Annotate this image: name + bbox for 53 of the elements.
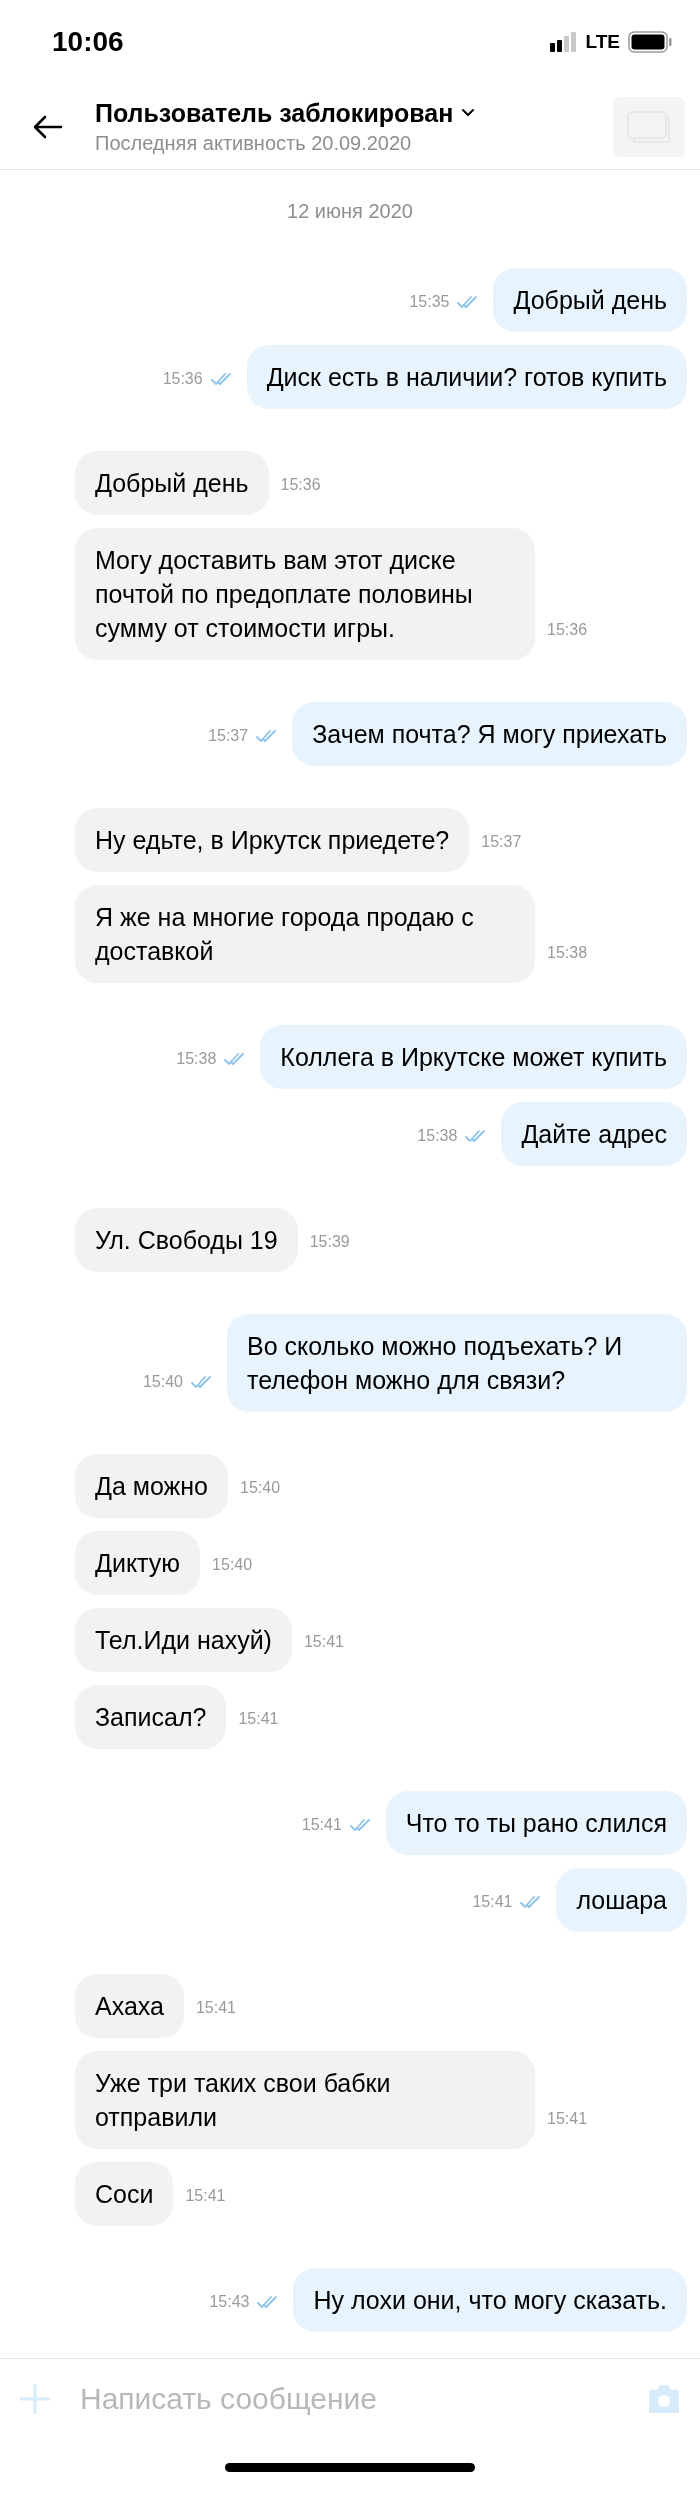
message-bubble: Диктую: [75, 1531, 201, 1595]
message-time: 15:37: [208, 726, 249, 746]
signal-icon: [549, 31, 578, 53]
message-bubble: Ахаха: [75, 1974, 184, 2038]
chat-title[interactable]: Пользователь заблокирован: [95, 96, 476, 129]
message-bubble: Могу доставить вам этот диске почтой по предоплате половины сумму от стоимости игры.: [75, 528, 535, 660]
message-bubble: Соси: [75, 2162, 174, 2226]
message-time: 15:36: [280, 475, 321, 495]
message-time: 15:40: [142, 1372, 183, 1392]
last-activity: Последняя активность 20.09.2020: [95, 130, 413, 156]
plus-icon: [19, 2382, 51, 2415]
message-time: 15:41: [303, 1632, 344, 1652]
message-bubble: Добрый день: [493, 268, 687, 332]
message-time: 15:41: [301, 1815, 342, 1835]
message-bubble: Уже три таких свои бабки отправили: [75, 2051, 535, 2149]
message-time: 15:38: [176, 1049, 217, 1069]
network-label: LTE: [585, 29, 620, 54]
message-bubble: Диск есть в наличии? готов купить: [246, 345, 687, 409]
message-time: 15:36: [547, 620, 588, 640]
chevron-down-icon: [461, 108, 476, 117]
message-bubble: лошара: [556, 1868, 687, 1932]
message-bubble: Во сколько можно подъехать? И телефон можно для связи?: [227, 1314, 687, 1412]
message-time: 15:41: [547, 2109, 588, 2129]
message-bubble: Дайте адрес: [501, 1102, 687, 1166]
message-bubble: Да можно: [75, 1454, 229, 1518]
message-bubble: Ул. Свободы 19: [75, 1208, 298, 1272]
message-time: 15:35: [409, 292, 450, 312]
message-bubble: Ну едьте, в Иркутск приедете?: [75, 808, 470, 872]
message-time: 15:41: [195, 1998, 236, 2018]
battery-icon: [628, 31, 672, 53]
message-time: 15:43: [209, 2292, 250, 2312]
message-time: 15:40: [212, 1555, 253, 1575]
message-bubble: Ну лохи они, что могу сказать.: [293, 2268, 687, 2332]
message-bubble: Тел.Иди нахуй): [75, 1608, 292, 1672]
message-time: 15:37: [481, 832, 522, 852]
message-bubble: Записал?: [75, 1685, 227, 1749]
message-bubble: Я же на многие города продаю с доставкой: [75, 885, 535, 983]
message-bubble: Коллега в Иркутске может купить: [260, 1025, 687, 1089]
back-arrow-icon: [33, 114, 63, 139]
camera-icon: [647, 2383, 681, 2414]
message-time: 15:38: [417, 1126, 458, 1146]
message-bubble: Добрый день: [75, 451, 269, 515]
message-bubble: Зачем почта? Я могу приехать: [292, 702, 687, 766]
date-separator: 12 июня 2020: [287, 199, 413, 224]
message-time: 15:40: [240, 1478, 281, 1498]
message-time: 15:41: [238, 1709, 279, 1729]
message-time: 15:39: [309, 1232, 350, 1252]
message-bubble: Что то ты рано слился: [385, 1791, 687, 1855]
message-time: 15:41: [472, 1892, 513, 1912]
message-time: 15:38: [547, 943, 588, 963]
message-time: 15:36: [162, 369, 203, 389]
status-time: 10:06: [52, 25, 124, 59]
message-time: 15:41: [185, 2186, 226, 2206]
